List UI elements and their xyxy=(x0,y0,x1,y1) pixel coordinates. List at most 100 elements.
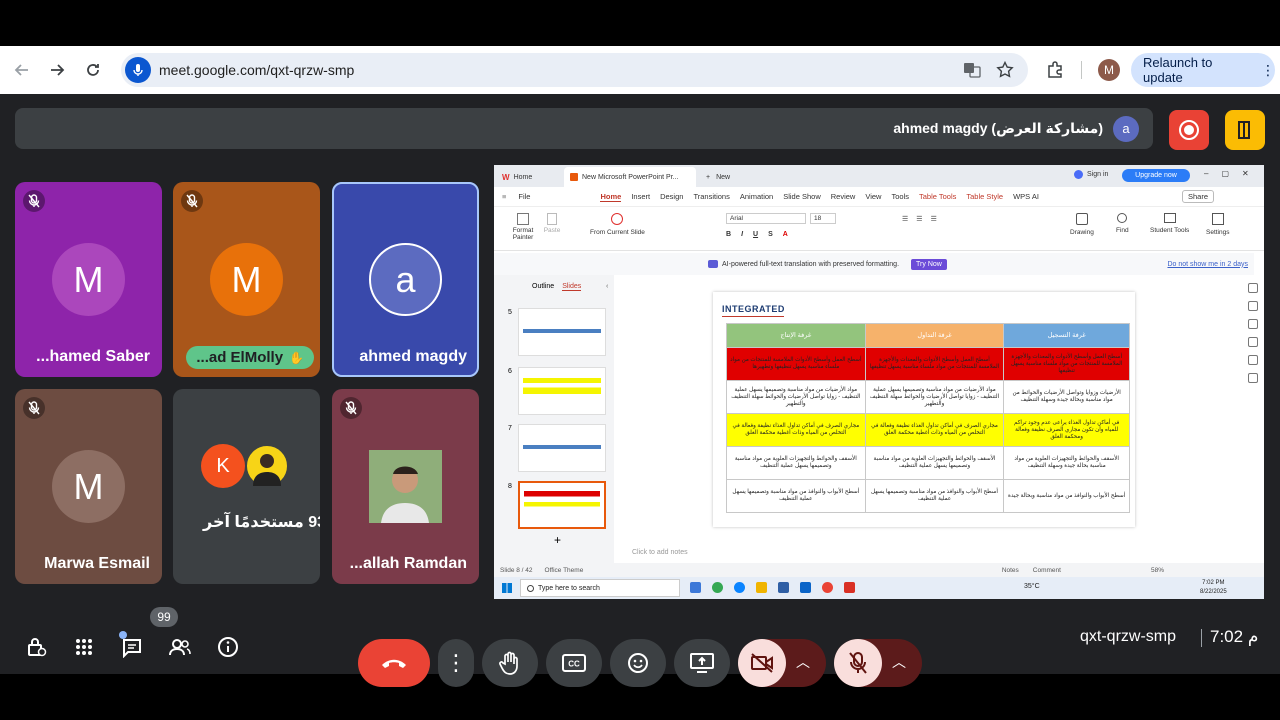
side-icon[interactable] xyxy=(1248,319,1258,329)
sign-in-link[interactable]: Sign in xyxy=(1074,170,1108,179)
font-family-select[interactable]: Arial xyxy=(726,213,806,224)
chevron-up-icon[interactable]: ︿ xyxy=(892,652,906,672)
close-icon[interactable]: ✕ xyxy=(1242,169,1249,178)
leave-view-button[interactable] xyxy=(1225,110,1265,150)
share-button[interactable]: Share xyxy=(1181,190,1214,203)
present-screen-button[interactable] xyxy=(674,639,730,687)
url-text[interactable]: meet.google.com/qxt-qrzw-smp xyxy=(159,62,354,78)
table-cell[interactable]: مجاري الصرف في أماكن تداول الغذاء نظيفة … xyxy=(726,413,866,447)
table-cell[interactable]: أسطح الأبواب والنوافذ من مواد مناسبة وبح… xyxy=(1003,479,1130,513)
participant-tile[interactable]: M ...ad ElMolly ✋ xyxy=(173,182,320,377)
slide-thumbnail[interactable] xyxy=(518,367,606,415)
table-cell[interactable]: في أماكن تداول الغذاء يراعى عدم وجود ترا… xyxy=(1003,413,1130,447)
notes-button[interactable]: Notes xyxy=(1002,567,1019,574)
notes-placeholder[interactable]: Click to add notes xyxy=(632,549,688,556)
participant-tile[interactable]: a ahmed magdy xyxy=(332,182,479,377)
bookmark-star-icon[interactable] xyxy=(993,58,1017,82)
add-slide-icon[interactable]: + xyxy=(554,533,561,547)
bullets-icon[interactable]: ☰ xyxy=(902,215,908,223)
camera-off-button[interactable]: ︿ xyxy=(738,639,826,687)
menu-item[interactable]: Tools xyxy=(891,192,909,201)
stop-presenting-button[interactable] xyxy=(1169,110,1209,150)
format-painter-button[interactable]: Format Painter xyxy=(508,213,538,241)
taskbar-search[interactable]: Type here to search xyxy=(520,579,680,597)
italic-icon[interactable]: I xyxy=(741,231,743,238)
slide-thumbnail[interactable] xyxy=(518,424,606,472)
from-current-slide-button[interactable]: From Current Slide xyxy=(590,213,645,236)
slide-thumbnail-selected[interactable] xyxy=(518,481,606,529)
chevron-up-icon[interactable]: ︿ xyxy=(796,652,810,672)
menu-item[interactable]: Animation xyxy=(740,192,773,201)
address-bar[interactable]: meet.google.com/qxt-qrzw-smp xyxy=(121,53,1028,87)
table-cell[interactable]: مجاري الصرف في أماكن تداول الغذاء نظيفة … xyxy=(864,413,1005,447)
table-cell[interactable]: أسطح العمل وأسطح الأدوات الملامسة للمنتج… xyxy=(726,347,866,381)
table-cell[interactable]: أسطح العمل وأسطح الأدوات والمعدات والأجه… xyxy=(864,347,1005,381)
leave-call-button[interactable] xyxy=(358,639,430,687)
student-tools-button[interactable]: Student Tools xyxy=(1150,213,1189,234)
menu-item[interactable]: WPS AI xyxy=(1013,192,1039,201)
find-button[interactable]: Find xyxy=(1116,213,1129,234)
extensions-icon[interactable] xyxy=(1037,52,1073,88)
participant-tile[interactable]: M Marwa Esmail xyxy=(15,389,162,584)
table-cell[interactable]: مواد الأرضيات من مواد مناسبة وتصميمها يس… xyxy=(864,380,1005,414)
comment-button[interactable]: Comment xyxy=(1033,567,1061,574)
menu-item[interactable]: Transitions xyxy=(693,192,729,201)
menu-item[interactable]: Table Style xyxy=(966,192,1003,201)
profile-avatar[interactable]: M xyxy=(1098,59,1120,81)
menu-item[interactable]: Review xyxy=(831,192,856,201)
app-icon[interactable] xyxy=(734,582,745,593)
app-icon[interactable] xyxy=(844,582,855,593)
table-cell[interactable]: الأسقف والحوائط والتجهيزات العلوية من مو… xyxy=(726,446,866,480)
back-icon[interactable] xyxy=(4,52,40,88)
tab-outline[interactable]: Outline xyxy=(532,283,554,291)
strike-icon[interactable]: S xyxy=(768,231,773,238)
table-header-cell[interactable]: غرفة الإنتاج xyxy=(726,323,866,348)
side-icon[interactable] xyxy=(1248,373,1258,383)
table-cell[interactable]: الأرضيات وزوايا وتواصل الأرضيات والحوائط… xyxy=(1003,380,1130,414)
menu-item[interactable]: File xyxy=(518,192,530,201)
side-icon[interactable] xyxy=(1248,283,1258,293)
participant-tile[interactable]: K 93 مستخدمًا آخر xyxy=(173,389,320,584)
slide-thumbnail[interactable] xyxy=(518,308,606,356)
maximize-icon[interactable]: ▢ xyxy=(1221,169,1229,178)
table-cell[interactable]: الأسقف والحوائط والتجهيزات العلوية من مو… xyxy=(1003,446,1130,480)
site-info-icon[interactable] xyxy=(125,57,151,83)
app-icon[interactable] xyxy=(778,582,789,593)
host-controls-icon[interactable] xyxy=(21,632,51,662)
zoom-level[interactable]: 58% xyxy=(1151,567,1164,574)
participant-tile[interactable]: M ...hamed Saber xyxy=(15,182,162,377)
menu-item[interactable]: Table Tools xyxy=(919,192,956,201)
relaunch-button[interactable]: Relaunch to update ⋮ xyxy=(1131,53,1275,87)
participant-tile[interactable]: ...allah Ramdan xyxy=(332,389,479,584)
menu-item[interactable]: Insert xyxy=(631,192,650,201)
slide-table[interactable]: غرفة التسجيل غرفة التداول غرفة الإنتاج أسط… xyxy=(726,323,1130,513)
reload-icon[interactable] xyxy=(75,52,111,88)
upgrade-button[interactable]: Upgrade now xyxy=(1122,169,1190,182)
tab-home[interactable]: W Home xyxy=(502,169,532,185)
table-cell[interactable]: الأسقف والحوائط والتجهيزات العلوية من مو… xyxy=(864,446,1005,480)
collapse-icon[interactable]: ‹ xyxy=(606,283,608,290)
menu-item[interactable]: View xyxy=(865,192,881,201)
app-icon[interactable] xyxy=(756,582,767,593)
numbering-icon[interactable]: ☰ xyxy=(916,215,922,223)
captions-button[interactable]: CC xyxy=(546,639,602,687)
font-size-select[interactable]: 18 xyxy=(810,213,836,224)
tab-slides[interactable]: Slides xyxy=(562,283,582,291)
people-icon[interactable] xyxy=(165,632,195,662)
current-slide[interactable]: INTEGRATED غرفة التسجيل غرفة التداول غرفة … xyxy=(713,292,1135,527)
table-header-cell[interactable]: غرفة التداول xyxy=(864,323,1005,348)
activities-icon[interactable] xyxy=(69,632,99,662)
tab-presentation[interactable]: New Microsoft PowerPoint Pr... xyxy=(564,167,696,187)
menu-item[interactable]: Design xyxy=(660,192,683,201)
meeting-info-icon[interactable] xyxy=(213,632,243,662)
side-icon[interactable] xyxy=(1248,337,1258,347)
side-icon[interactable] xyxy=(1248,301,1258,311)
table-cell[interactable]: أسطح الأبواب والنوافذ من مواد مناسبة وتص… xyxy=(726,479,866,513)
try-now-button[interactable]: Try Now xyxy=(911,258,947,270)
app-icon[interactable] xyxy=(822,582,833,593)
emoji-button[interactable] xyxy=(610,639,666,687)
app-icon[interactable] xyxy=(712,582,723,593)
menu-item[interactable]: Slide Show xyxy=(783,192,821,201)
more-options-button[interactable]: ⋮ xyxy=(438,639,474,687)
tab-new[interactable]: + New xyxy=(706,169,730,185)
